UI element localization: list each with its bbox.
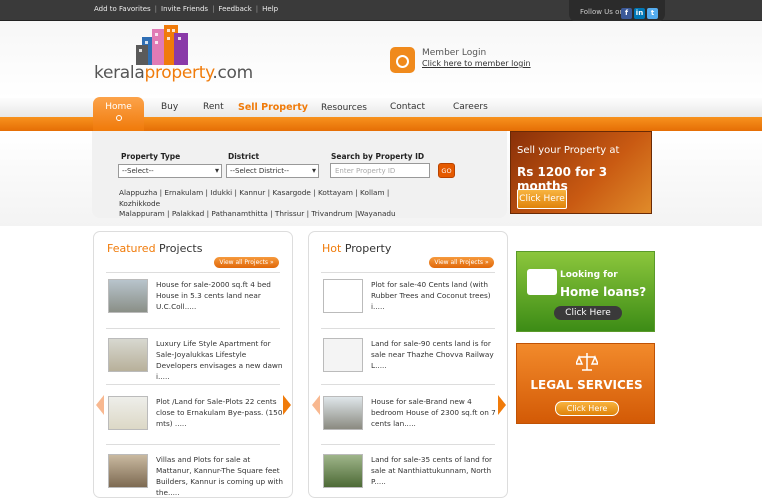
- property-id-input[interactable]: Enter Property ID: [330, 163, 430, 178]
- twitter-icon[interactable]: t: [647, 8, 658, 19]
- top-links: Add to Favorites | Invite Friends | Feedback…: [94, 5, 279, 13]
- ad-line-1: Sell your Property at: [517, 145, 620, 156]
- key-icon: [390, 47, 415, 73]
- item-text: Villas and Plots for sale at Mattanur, K…: [156, 455, 283, 497]
- linkedin-icon[interactable]: in: [634, 8, 645, 19]
- divider: [321, 272, 495, 273]
- buildings-logo-icon: [136, 25, 188, 65]
- site-logo[interactable]: keralaproperty.com: [94, 63, 253, 83]
- featured-view-all-button[interactable]: View all Projects »: [214, 257, 279, 268]
- sell-property-ad[interactable]: Sell your Property at Rs 1200 for 3 mont…: [510, 131, 652, 214]
- hot-property-panel: Hot Property View all Projects » Plot fo…: [308, 231, 508, 498]
- property-thumbnail: [323, 454, 363, 488]
- property-thumbnail: [108, 454, 148, 488]
- item-text: Luxury Life Style Apartment for Sale-Joy…: [156, 339, 283, 381]
- divider: [321, 384, 495, 385]
- member-login-title: Member Login: [422, 48, 487, 58]
- divider: [106, 444, 280, 445]
- legal-services-ad[interactable]: LEGAL SERVICES Click Here: [516, 343, 655, 424]
- property-thumbnail: [108, 396, 148, 430]
- divider: [321, 444, 495, 445]
- divider: [106, 384, 280, 385]
- header: [0, 21, 762, 98]
- district-label: District: [228, 152, 260, 161]
- property-thumbnail: [108, 279, 148, 313]
- list-item[interactable]: House for sale-Brand new 4 bedroom House…: [323, 396, 498, 441]
- legal-click-button[interactable]: Click Here: [555, 401, 619, 416]
- home-loans-ad[interactable]: Looking for Home loans? Click Here: [516, 251, 655, 332]
- nav-contact[interactable]: Contact: [390, 102, 425, 112]
- featured-projects-title: Featured Projects: [107, 242, 203, 255]
- item-text: Land for sale-35 cents of land for sale …: [371, 455, 493, 486]
- property-type-label: Property Type: [121, 152, 181, 161]
- ad-line-1: Looking for: [560, 270, 618, 280]
- item-text: Plot for sale-40 Cents land (with Rubber…: [371, 280, 491, 311]
- hot-prev-arrow-icon[interactable]: [311, 394, 321, 416]
- feedback-link[interactable]: Feedback: [218, 5, 251, 13]
- featured-next-arrow-icon[interactable]: [282, 394, 292, 416]
- property-thumbnail: [323, 279, 363, 313]
- property-id-label: Search by Property ID: [331, 152, 425, 161]
- go-button[interactable]: GO: [438, 163, 455, 178]
- ad-line-2: Home loans?: [560, 285, 647, 299]
- featured-projects-panel: Featured Projects View all Projects » Ho…: [93, 231, 293, 498]
- sell-ad-click-button[interactable]: Click Here: [517, 189, 567, 209]
- top-bar: Add to Favorites | Invite Friends | Feedback…: [0, 0, 762, 22]
- item-text: House for sale-2000 sq.ft 4 bed House in…: [156, 280, 271, 311]
- nav-rent[interactable]: Rent: [203, 102, 224, 112]
- hot-next-arrow-icon[interactable]: [497, 394, 507, 416]
- hot-view-all-button[interactable]: View all Projects »: [429, 257, 494, 268]
- nav-sell-property[interactable]: Sell Property: [238, 102, 308, 113]
- list-item[interactable]: House for sale-2000 sq.ft 4 bed House in…: [108, 279, 283, 324]
- home-loans-click-button[interactable]: Click Here: [554, 306, 622, 320]
- facebook-icon[interactable]: f: [621, 8, 632, 19]
- member-login-link[interactable]: Click here to member login: [422, 59, 531, 68]
- nav-home[interactable]: Home: [93, 97, 144, 131]
- legal-services-title: LEGAL SERVICES: [530, 378, 643, 392]
- scales-icon: [576, 353, 598, 371]
- property-type-select[interactable]: --Select--: [118, 164, 222, 178]
- featured-prev-arrow-icon[interactable]: [95, 394, 105, 416]
- property-thumbnail: [323, 338, 363, 372]
- property-thumbnail: [323, 396, 363, 430]
- item-text: Plot /Land for Sale-Plots 22 cents close…: [156, 397, 283, 428]
- add-favorites-link[interactable]: Add to Favorites: [94, 5, 151, 13]
- item-text: House for sale-Brand new 4 bedroom House…: [371, 397, 496, 428]
- item-text: Land for sale-90 cents land is for sale …: [371, 339, 494, 370]
- divider: [106, 328, 280, 329]
- help-link[interactable]: Help: [262, 5, 278, 13]
- district-links[interactable]: Alappuzha | Ernakulam | Idukki | Kannur …: [119, 188, 419, 220]
- nav-careers[interactable]: Careers: [453, 102, 488, 112]
- house-icon: [527, 269, 557, 295]
- hot-property-title: Hot Property: [322, 242, 392, 255]
- district-select[interactable]: --Select District--: [226, 164, 319, 178]
- nav-resources[interactable]: Resources: [321, 103, 367, 113]
- list-item[interactable]: Luxury Life Style Apartment for Sale-Joy…: [108, 338, 283, 383]
- list-item[interactable]: Land for sale-35 cents of land for sale …: [323, 454, 498, 499]
- nav-buy[interactable]: Buy: [161, 102, 178, 112]
- property-thumbnail: [108, 338, 148, 372]
- list-item[interactable]: Plot /Land for Sale-Plots 22 cents close…: [108, 396, 283, 441]
- list-item[interactable]: Plot for sale-40 Cents land (with Rubber…: [323, 279, 498, 324]
- list-item[interactable]: Villas and Plots for sale at Mattanur, K…: [108, 454, 283, 499]
- divider: [106, 272, 280, 273]
- list-item[interactable]: Land for sale-90 cents land is for sale …: [323, 338, 498, 383]
- divider: [321, 328, 495, 329]
- invite-friends-link[interactable]: Invite Friends: [161, 5, 208, 13]
